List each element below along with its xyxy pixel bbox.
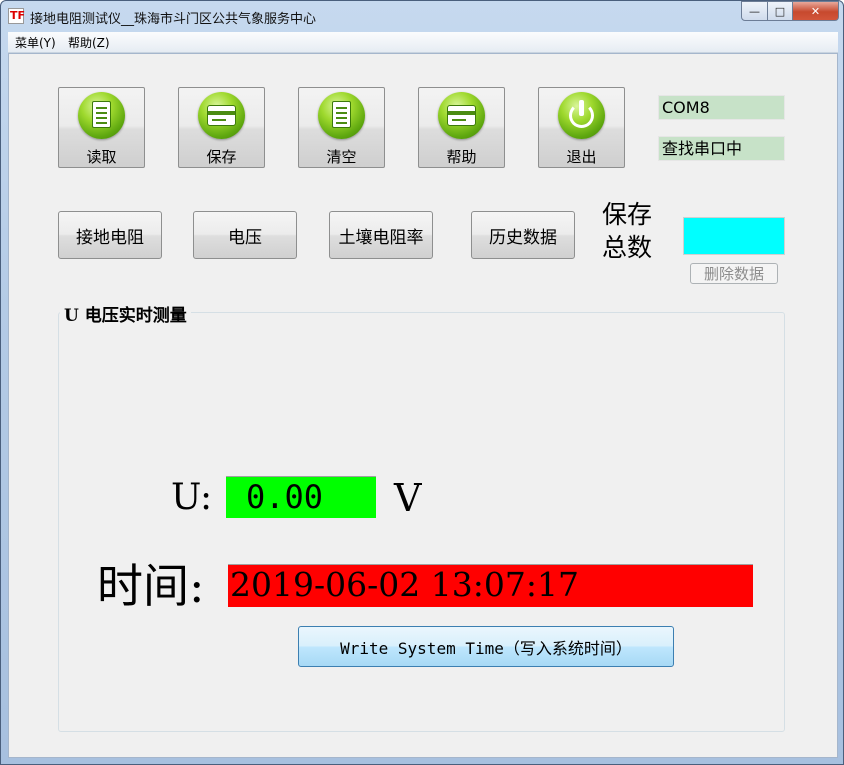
- app-window: TF 接地电阻测试仪__珠海市斗门区公共气象服务中心 — □ ✕ 菜单(Y) 帮…: [0, 0, 844, 765]
- card-icon: [438, 92, 485, 139]
- title-bar[interactable]: TF 接地电阻测试仪__珠海市斗门区公共气象服务中心 — □ ✕: [1, 1, 843, 31]
- ground-resistance-button[interactable]: 接地电阻: [58, 211, 162, 259]
- maximize-button[interactable]: □: [768, 1, 793, 21]
- delete-data-button[interactable]: 删除数据: [690, 263, 778, 284]
- history-data-button[interactable]: 历史数据: [471, 211, 575, 259]
- exit-button[interactable]: 退出: [538, 87, 625, 168]
- read-button[interactable]: 读取: [58, 87, 145, 168]
- measurement-group: [58, 312, 785, 732]
- app-icon-text: TF: [10, 9, 26, 22]
- minimize-button[interactable]: —: [741, 1, 768, 21]
- document-icon: [318, 92, 365, 139]
- time-value: 2019-06-02 13:07:17: [228, 564, 753, 607]
- minimize-icon: —: [749, 4, 760, 18]
- save-button[interactable]: 保存: [178, 87, 265, 168]
- time-label: 时间:: [97, 559, 205, 613]
- menu-bar: 菜单(Y) 帮助(Z): [8, 32, 838, 53]
- card-icon: [198, 92, 245, 139]
- help-button-label: 帮助: [446, 148, 477, 166]
- close-button[interactable]: ✕: [793, 1, 839, 21]
- com-port-display: COM8: [658, 95, 785, 120]
- voltage-unit: V: [394, 476, 422, 520]
- clear-button-label: 清空: [326, 148, 357, 166]
- read-button-label: 读取: [86, 148, 117, 166]
- voltage-label: U:: [171, 477, 213, 518]
- clear-button[interactable]: 清空: [298, 87, 385, 168]
- main-panel: 读取 保存 清空 帮助 退出 COM8 查找串口中 接地电阻 电压 土壤电阻率 …: [8, 53, 838, 758]
- document-icon: [78, 92, 125, 139]
- voltage-value: 0.00: [226, 476, 376, 518]
- menu-item-menu[interactable]: 菜单(Y): [15, 34, 56, 51]
- help-button[interactable]: 帮助: [418, 87, 505, 168]
- menu-item-help[interactable]: 帮助(Z): [68, 34, 110, 51]
- write-system-time-button[interactable]: Write System Time（写入系统时间）: [298, 626, 674, 667]
- exit-button-label: 退出: [566, 148, 597, 166]
- maximize-icon: □: [774, 4, 786, 18]
- save-total-label: 保存总数: [602, 200, 653, 262]
- window-title: 接地电阻测试仪__珠海市斗门区公共气象服务中心: [30, 12, 317, 27]
- save-total-value: [683, 217, 785, 255]
- power-icon: [558, 92, 605, 139]
- voltage-button[interactable]: 电压: [193, 211, 297, 259]
- caption-buttons: — □ ✕: [741, 1, 839, 21]
- measurement-group-title: U 电压实时测量: [60, 301, 191, 326]
- app-icon[interactable]: TF: [8, 8, 26, 24]
- port-status-display: 查找串口中: [658, 136, 785, 161]
- soil-resistivity-button[interactable]: 土壤电阻率: [329, 211, 433, 259]
- close-icon: ✕: [810, 4, 821, 18]
- save-button-label: 保存: [206, 148, 237, 166]
